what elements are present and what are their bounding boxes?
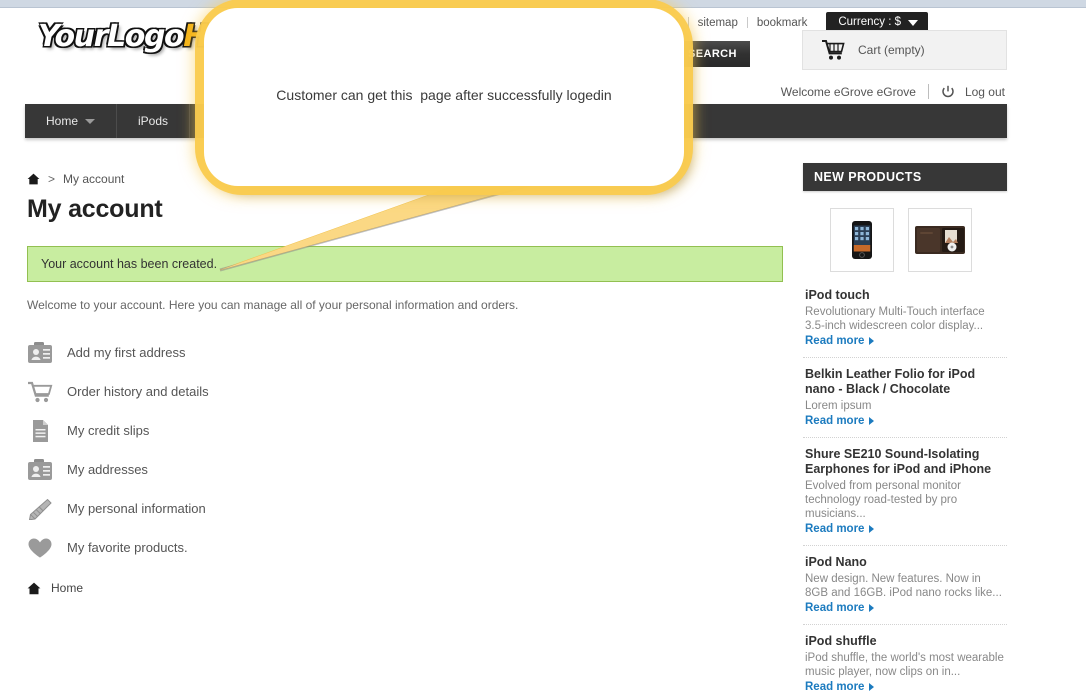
read-more-label: Read more (805, 335, 865, 347)
product-thumbnail-belkin-folio[interactable] (908, 208, 972, 272)
account-link-add-first-address[interactable]: Add my first address (27, 333, 785, 372)
product-thumbnail-ipod-touch[interactable] (830, 208, 894, 272)
account-link-label: My favorite products. (67, 540, 188, 555)
product-description: Evolved from personal monitor technology… (805, 480, 961, 520)
home-link-label: Home (51, 581, 84, 595)
address-card-icon (27, 341, 53, 364)
triangle-right-icon (869, 604, 875, 612)
home-icon (27, 582, 41, 595)
new-products-title: NEW PRODUCTS (803, 163, 1007, 191)
account-link-my-addresses[interactable]: My addresses (27, 450, 785, 489)
cart-label: Cart (empty) (858, 43, 925, 57)
account-link-order-history[interactable]: Order history and details (27, 372, 785, 411)
success-alert: Your account has been created. (27, 246, 783, 282)
new-product-item: Belkin Leather Folio for iPod nano - Bla… (803, 357, 1007, 437)
home-icon[interactable] (27, 173, 40, 185)
product-name[interactable]: iPod Nano (805, 555, 1005, 570)
welcome-bar: Welcome eGrove eGrove Log out (781, 84, 1005, 99)
shopping-cart-icon (821, 39, 846, 61)
nav-item-label: iPods (138, 114, 169, 128)
read-more-label: Read more (805, 415, 865, 427)
read-more-label: Read more (805, 523, 865, 535)
read-more-link[interactable]: Read more (805, 415, 875, 427)
new-product-item: iPod shuffle iPod shuffle, the world's m… (803, 624, 1007, 691)
heart-icon (27, 537, 53, 559)
product-description: iPod shuffle, the world's most wearable … (805, 652, 1004, 678)
read-more-link[interactable]: Read more (805, 523, 875, 535)
product-description: New design. New features. Now in 8GB and… (805, 573, 1002, 599)
shopping-cart-icon (27, 381, 53, 403)
new-product-item: iPod Nano New design. New features. Now … (803, 545, 1007, 624)
account-link-label: My addresses (67, 462, 148, 477)
breadcrumb-current: My account (63, 172, 125, 186)
intro-text: Welcome to your account. Here you can ma… (27, 298, 519, 312)
welcome-text: Welcome eGrove eGrove (780, 84, 916, 99)
read-more-label: Read more (805, 681, 865, 691)
breadcrumb-separator: > (48, 172, 56, 186)
document-icon (27, 419, 53, 442)
annotation-callout: Customer can get this page after success… (204, 8, 684, 186)
logo-primary-text: YourLogo (38, 19, 185, 54)
new-products-list: iPod touch Revolutionary Multi-Touch int… (803, 286, 1007, 691)
read-more-link[interactable]: Read more (805, 335, 875, 347)
account-link-label: Order history and details (67, 384, 209, 399)
account-link-credit-slips[interactable]: My credit slips (27, 411, 785, 450)
triangle-right-icon (869, 683, 875, 691)
account-link-favorite-products[interactable]: My favorite products. (27, 528, 785, 567)
page-root: contact sitemap bookmark Currency : $ Yo… (0, 0, 1086, 691)
account-link-personal-information[interactable]: My personal information (27, 489, 785, 528)
home-link[interactable]: Home (27, 581, 785, 595)
account-link-label: Add my first address (67, 345, 186, 360)
account-links-list: Add my first address Order history and d… (27, 333, 785, 567)
bookmark-link[interactable]: bookmark (748, 15, 817, 31)
new-product-item: Shure SE210 Sound-Isolating Earphones fo… (803, 437, 1007, 545)
browser-top-strip (0, 0, 1086, 8)
page-content: > My account My account Your account has… (0, 160, 1007, 691)
main-column: > My account My account Your account has… (27, 160, 785, 595)
logout-link[interactable]: Log out (965, 85, 1005, 99)
chevron-down-icon (85, 118, 96, 124)
product-name[interactable]: iPod shuffle (805, 634, 1005, 649)
address-card-icon (27, 458, 53, 481)
chevron-down-icon (908, 19, 918, 26)
nav-item-label: Home (46, 114, 79, 128)
read-more-link[interactable]: Read more (805, 602, 875, 614)
account-link-label: My credit slips (67, 423, 150, 438)
nav-item-ipods[interactable]: iPods (117, 104, 191, 138)
sitemap-link[interactable]: sitemap (689, 15, 747, 31)
product-description: Lorem ipsum (805, 400, 872, 412)
search-button[interactable]: SEARCH (675, 41, 750, 67)
new-products-block: NEW PRODUCTS iPod touch Revolutionary Mu… (803, 163, 1007, 691)
page-title: My account (27, 195, 163, 223)
cart-summary[interactable]: Cart (empty) (802, 30, 1007, 70)
welcome-divider (927, 84, 929, 99)
account-link-label: My personal information (67, 501, 206, 516)
pencil-icon (27, 498, 53, 520)
product-name[interactable]: Shure SE210 Sound-Isolating Earphones fo… (805, 447, 1005, 477)
read-more-link[interactable]: Read more (805, 681, 875, 691)
triangle-right-icon (869, 525, 875, 533)
product-name[interactable]: Belkin Leather Folio for iPod nano - Bla… (805, 367, 1005, 397)
new-products-thumbnails (803, 191, 1007, 286)
triangle-right-icon (869, 417, 875, 425)
power-icon (941, 85, 955, 99)
read-more-label: Read more (805, 602, 865, 614)
new-product-item: iPod touch Revolutionary Multi-Touch int… (803, 286, 1007, 357)
product-description: Revolutionary Multi-Touch interface 3.5-… (805, 306, 985, 332)
callout-text: Customer can get this page after success… (276, 87, 612, 103)
currency-label: Currency : $ (838, 16, 901, 28)
product-name[interactable]: iPod touch (805, 288, 1005, 303)
triangle-right-icon (869, 337, 875, 345)
nav-item-home[interactable]: Home (25, 104, 118, 138)
